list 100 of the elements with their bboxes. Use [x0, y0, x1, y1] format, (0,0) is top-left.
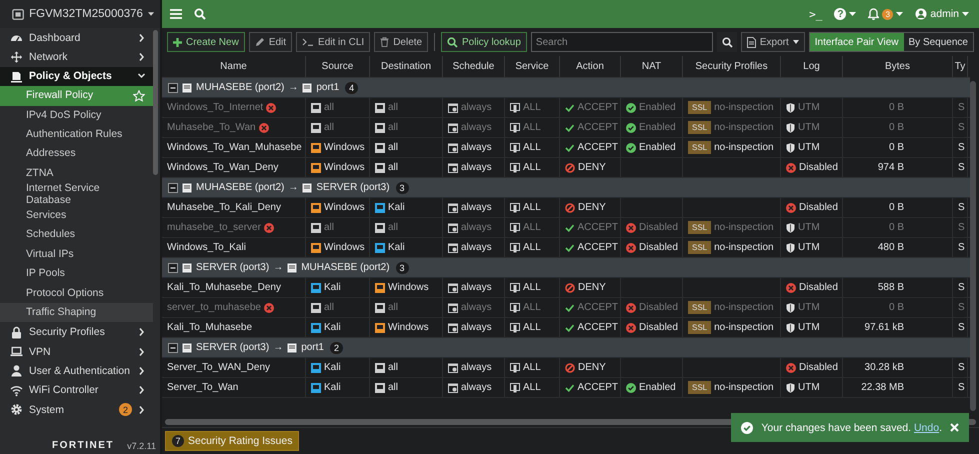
- group-row[interactable]: SERVER (port3) → MUHASEBE (port2) 3: [162, 258, 970, 278]
- create-button[interactable]: Create New: [167, 32, 245, 52]
- policy-row[interactable]: Muhasebe_To_Kali_Deny Windows Kali always ALL DENY Disabled 0 B S: [162, 198, 970, 218]
- caret-icon[interactable]: [148, 12, 154, 16]
- policy-row[interactable]: Windows_To_Kali Windows Kali always ALL ACCEPT Disabled SSL no-inspection UTM 480 B S: [162, 238, 970, 258]
- policy-row[interactable]: Kali_To_Muhasebe_Deny Kali Windows always ALL DENY Disabled 588 B S: [162, 278, 970, 298]
- collapse-icon[interactable]: [168, 182, 178, 192]
- chevron-icon: [138, 53, 145, 62]
- group-row[interactable]: MUHASEBE (port2) → SERVER (port3) 3: [162, 178, 970, 198]
- group-row[interactable]: MUHASEBE (port2) → port1 4: [162, 78, 970, 98]
- column-header[interactable]: Source: [306, 56, 370, 77]
- sidebar-subitem[interactable]: Virtual IPs: [0, 244, 153, 264]
- search-icon[interactable]: [194, 8, 206, 20]
- profile-badge: SSL: [688, 381, 712, 394]
- caret-icon: [849, 12, 856, 16]
- sidebar-subitem[interactable]: IPv4 DoS Policy: [0, 106, 153, 125]
- chevron-icon: [138, 72, 145, 80]
- sidebar-subitem[interactable]: ZTNA: [0, 164, 153, 184]
- table-cell: Enabled: [621, 118, 683, 137]
- count-badge: 3: [396, 262, 409, 274]
- collapse-icon[interactable]: [168, 262, 178, 272]
- table-cell: Windows_To_Kali: [162, 238, 306, 257]
- collapse-icon[interactable]: [168, 82, 178, 92]
- profile-badge: SSL: [688, 141, 712, 154]
- policy-row[interactable]: server_to_muhasebe all all always ALL ACCEPT Disabled SSL no-inspection UTM 0 B S: [162, 298, 970, 318]
- schedule-icon: [448, 282, 458, 292]
- delete-button[interactable]: Delete: [374, 32, 428, 52]
- edit-button[interactable]: Edit: [248, 32, 292, 52]
- group-row[interactable]: SERVER (port3) → port1 2: [162, 338, 970, 358]
- column-header[interactable]: Security Profiles: [683, 56, 781, 77]
- notification-badge: 2: [119, 403, 132, 416]
- export-button[interactable]: Export: [740, 32, 805, 52]
- column-header[interactable]: Ty: [953, 56, 968, 77]
- check-icon: [565, 144, 574, 152]
- sidebar-item[interactable]: Network: [0, 47, 153, 67]
- column-header[interactable]: NAT: [621, 56, 683, 77]
- sidebar-subitem[interactable]: Internet Service Database: [0, 183, 153, 206]
- sidebar-item[interactable]: Dashboard: [0, 28, 153, 48]
- policy-row[interactable]: Muhasebe_To_Wan all all always ALL ACCEPT Enabled SSL no-inspection UTM 0 B S: [162, 118, 970, 138]
- policy-row[interactable]: Windows_To_Internet all all always ALL ACCEPT Enabled SSL no-inspection UTM 0 B S: [162, 98, 970, 118]
- user-menu[interactable]: admin: [915, 8, 969, 20]
- schedule-icon: [448, 202, 458, 212]
- policy-row[interactable]: Windows_To_Wan_Deny Windows all always ALL DENY Disabled 974 B S: [162, 158, 970, 178]
- table-cell: server_to_muhasebe: [162, 298, 306, 317]
- policy-row[interactable]: muhasebe_to_server all all always ALL ACCEPT Disabled SSL no-inspection UTM 0 B S: [162, 218, 970, 238]
- table-cell: Windows: [306, 238, 370, 257]
- table-cell: DENY: [560, 158, 621, 177]
- cli-console-button[interactable]: >_: [809, 8, 822, 20]
- table-cell: always: [443, 218, 505, 237]
- table-cell: all: [370, 98, 443, 117]
- view-toggle[interactable]: By Sequence: [904, 33, 973, 51]
- sidebar-subitem[interactable]: IP Pools: [0, 264, 153, 284]
- search-button[interactable]: [717, 32, 737, 52]
- policy-row[interactable]: Kali_To_Muhasebe Kali Windows always ALL ACCEPT Disabled SSL no-inspection UTM 97.61 kB S: [162, 318, 970, 338]
- close-icon[interactable]: [950, 423, 959, 432]
- sidebar-item[interactable]: User & Authentication: [0, 361, 153, 381]
- sidebar-subitem[interactable]: Traffic Shaping: [0, 303, 153, 322]
- scrollbar[interactable]: [970, 81, 976, 411]
- lookup-button[interactable]: Policy lookup: [440, 32, 527, 52]
- sidebar-item[interactable]: Policy & Objects: [0, 66, 153, 86]
- sidebar-item[interactable]: Security Profiles: [0, 322, 153, 342]
- column-header[interactable]: Schedule: [443, 56, 505, 77]
- policy-row[interactable]: Server_To_WAN_Deny Kali all always ALL DENY Disabled 30.28 kB S: [162, 358, 970, 378]
- view-toggle[interactable]: Interface Pair View: [810, 33, 904, 51]
- search-field[interactable]: Search: [530, 32, 714, 52]
- security-rating-button[interactable]: 7 Security Rating Issues: [165, 431, 300, 451]
- table-cell: Kali_To_Muhasebe: [162, 318, 306, 337]
- column-header[interactable]: Bytes: [843, 56, 953, 77]
- sidebar-item[interactable]: WiFi Controller: [0, 380, 153, 400]
- sidebar-subitem[interactable]: Services: [0, 206, 153, 226]
- table-cell: Windows_To_Wan_Muhasebe: [162, 138, 306, 157]
- count-badge: 2: [330, 342, 343, 354]
- column-header[interactable]: Action: [560, 56, 621, 77]
- user-avatar-icon: [915, 8, 928, 20]
- cli-button[interactable]: Edit in CLI: [296, 32, 370, 52]
- table-cell: muhasebe_to_server: [162, 218, 306, 237]
- sidebar-subitem[interactable]: Firewall Policy: [0, 86, 153, 106]
- schedule-icon: [448, 142, 458, 152]
- sidebar-item[interactable]: System 2: [0, 400, 153, 420]
- sidebar-subitem[interactable]: Addresses: [0, 144, 153, 164]
- column-header[interactable]: Name: [162, 56, 306, 77]
- policy-row[interactable]: Server_To_Wan Kali all always ALL ACCEPT Enabled SSL no-inspection UTM 22.38 MB S: [162, 378, 970, 398]
- table-cell: Server_To_Wan: [162, 378, 306, 397]
- column-header[interactable]: Service: [505, 56, 560, 77]
- sidebar-subitem[interactable]: Protocol Options: [0, 284, 153, 304]
- table-cell: always: [443, 278, 505, 297]
- sidebar-subitem[interactable]: Authentication Rules: [0, 124, 153, 144]
- table-cell: ALL: [505, 98, 560, 117]
- table-cell: always: [443, 318, 505, 337]
- star-icon[interactable]: [133, 90, 145, 102]
- table-cell: all: [370, 378, 443, 397]
- sidebar-subitem[interactable]: Schedules: [0, 226, 153, 245]
- sidebar-item[interactable]: VPN: [0, 342, 153, 362]
- column-header[interactable]: Log: [781, 56, 843, 77]
- collapse-icon[interactable]: [168, 342, 178, 352]
- table-cell: always: [443, 158, 505, 177]
- menu-icon[interactable]: [170, 9, 182, 19]
- column-header[interactable]: Destination: [370, 56, 443, 77]
- disabled-icon: [264, 302, 274, 312]
- policy-row[interactable]: Windows_To_Wan_Muhasebe Windows all always ALL ACCEPT Enabled SSL no-inspection UTM 0 B S: [162, 138, 970, 158]
